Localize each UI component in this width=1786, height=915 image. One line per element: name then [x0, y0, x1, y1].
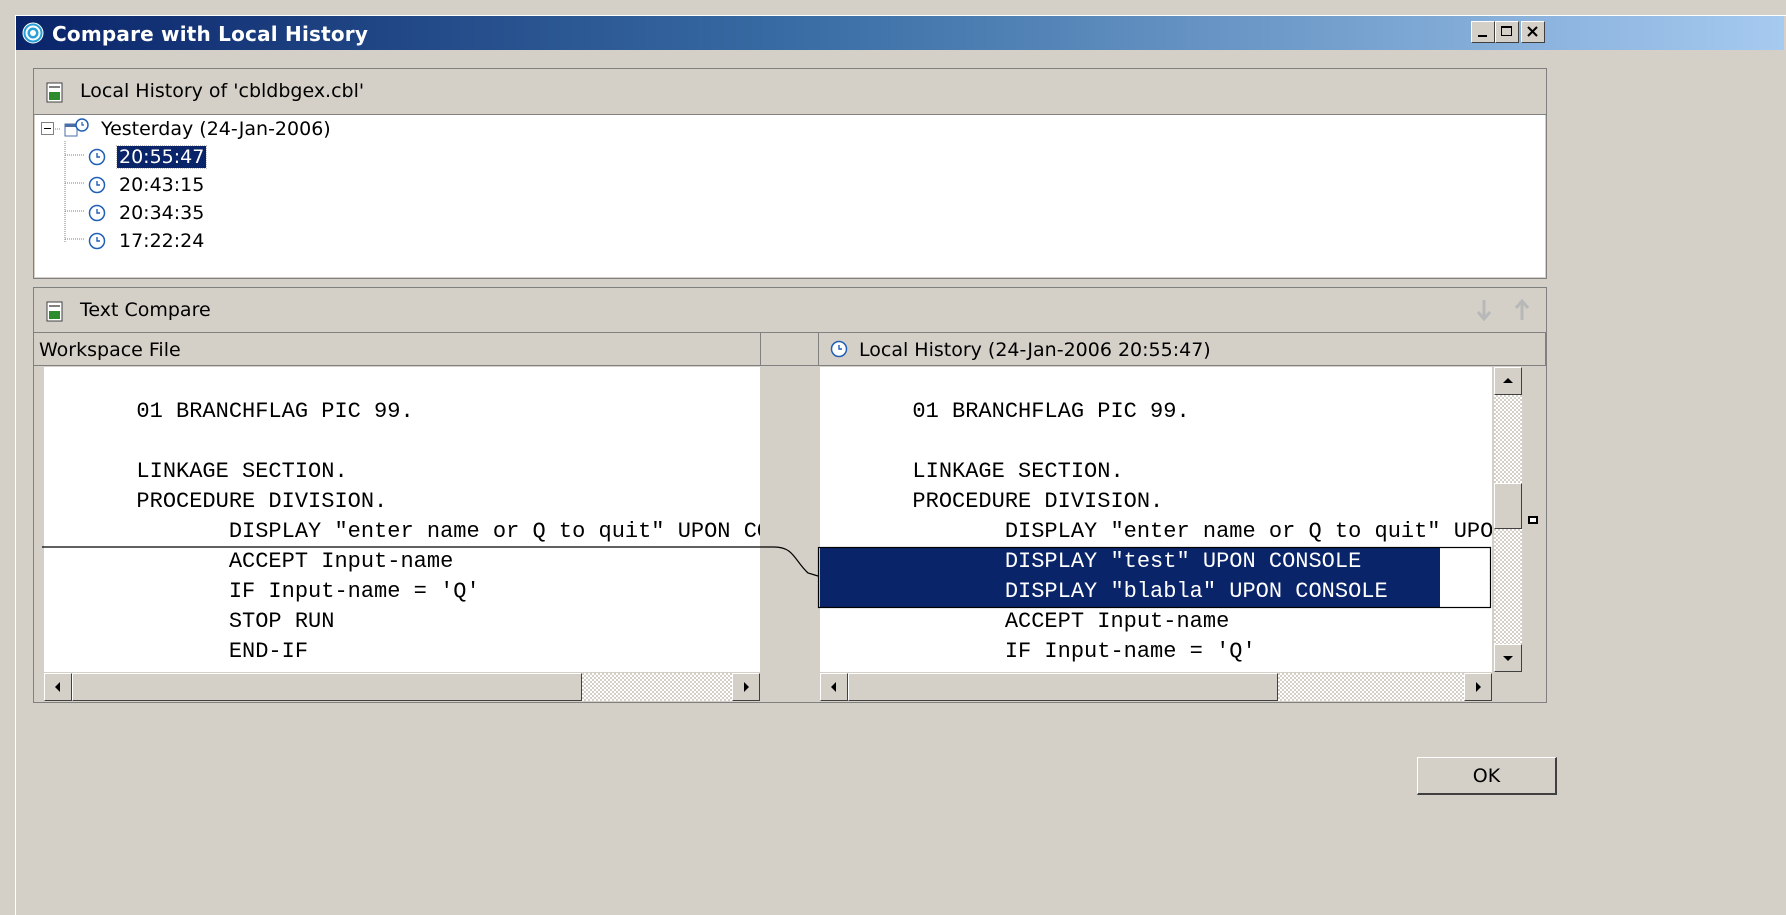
history-entry[interactable]: 20:55:47	[87, 145, 287, 171]
close-button[interactable]	[1521, 21, 1545, 43]
minimize-button[interactable]	[1471, 21, 1495, 43]
text-compare-panel: Text Compare Workspace File Local Histor…	[33, 287, 1547, 703]
history-entry-label: 20:55:47	[115, 145, 208, 169]
maximize-button[interactable]	[1495, 21, 1519, 43]
diff-connector	[42, 546, 1492, 609]
history-entry-label: 17:22:24	[119, 230, 205, 252]
compare-dialog: Compare with Local History Local History…	[15, 15, 1786, 915]
tree-group-label: Yesterday (24-Jan-2006)	[101, 118, 331, 140]
minus-icon	[44, 128, 51, 129]
local-history-title: Local History of 'cbldbgex.cbl'	[80, 80, 365, 102]
window-title: Compare with Local History	[52, 22, 369, 46]
clock-icon	[88, 148, 106, 166]
diff-overview-marker[interactable]	[1528, 516, 1538, 524]
file-icon	[46, 82, 63, 103]
clock-icon	[88, 204, 106, 222]
history-horizontal-scrollbar[interactable]	[820, 673, 1492, 701]
history-entry[interactable]: 17:22:24	[87, 229, 287, 255]
collapse-toggle[interactable]	[41, 122, 54, 135]
history-tree: Yesterday (24-Jan-2006) 20:55:47 20:43:1…	[35, 115, 1545, 277]
scroll-left-button[interactable]	[820, 673, 848, 701]
calendar-clock-icon	[64, 118, 89, 137]
tree-group-yesterday[interactable]: Yesterday (24-Jan-2006)	[41, 117, 441, 143]
clock-icon	[88, 232, 106, 250]
history-entry[interactable]: 20:43:15	[87, 173, 287, 199]
clock-icon	[88, 176, 106, 194]
scroll-thumb[interactable]	[848, 673, 1278, 701]
scroll-thumb[interactable]	[1494, 483, 1522, 529]
close-icon	[1527, 26, 1538, 37]
history-entry-label: 20:34:35	[119, 202, 205, 224]
local-history-panel: Local History of 'cbldbgex.cbl' Yesterda…	[33, 68, 1547, 279]
scroll-right-button[interactable]	[1464, 673, 1492, 701]
arrow-down-icon	[1503, 656, 1513, 661]
arrow-right-icon	[1476, 682, 1481, 692]
title-bar[interactable]: Compare with Local History	[16, 16, 1784, 50]
arrow-up-icon	[1503, 378, 1513, 383]
eclipse-app-icon	[22, 22, 44, 44]
arrow-left-icon	[831, 682, 836, 692]
history-entry-label: 20:43:15	[119, 174, 205, 196]
history-vertical-scrollbar[interactable]	[1494, 367, 1522, 672]
local-history-header: Local History of 'cbldbgex.cbl'	[34, 69, 1546, 115]
scroll-down-button[interactable]	[1494, 644, 1522, 672]
history-entry[interactable]: 20:34:35	[87, 201, 287, 227]
ok-button[interactable]: OK	[1417, 757, 1557, 795]
maximize-icon	[1501, 26, 1512, 36]
minimize-icon	[1478, 35, 1487, 37]
scroll-up-button[interactable]	[1494, 367, 1522, 395]
